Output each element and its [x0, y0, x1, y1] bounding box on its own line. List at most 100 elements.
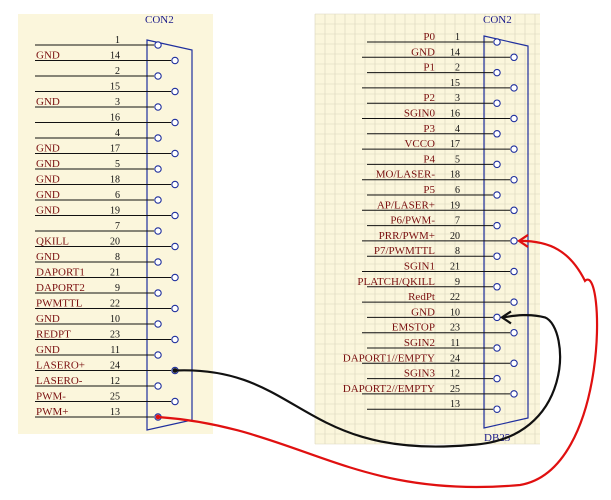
right-pin-number: 16 [450, 109, 460, 120]
right-pin-socket [493, 221, 501, 230]
right-pin-number: 14 [450, 47, 460, 58]
right-pin-number: 21 [450, 262, 460, 273]
left-pin-number: 24 [110, 361, 120, 372]
left-pin-signal: REDPT [36, 329, 71, 341]
right-pin-socket [493, 160, 501, 169]
left-pin-socket [171, 397, 179, 406]
wire-start-dot [172, 368, 178, 373]
left-pin-socket [154, 320, 162, 328]
right-pin-signal: MO/LASER- [376, 169, 436, 181]
left-pin-socket [154, 196, 162, 204]
left-pin-number: 18 [110, 175, 120, 186]
left-pin-socket [154, 351, 162, 359]
left-pin-signal: GND [36, 205, 60, 217]
left-pin-signal: LASERO- [36, 375, 83, 387]
right-pin-signal: PRR/PWM+ [379, 230, 435, 242]
left-pin-signal: GND [36, 189, 60, 201]
right-pin-number: 19 [450, 200, 460, 211]
right-pin-socket [493, 374, 501, 383]
right-pin-socket [493, 99, 501, 107]
right-pin-socket [493, 283, 501, 291]
right-pin-signal: DAPORT2//EMPTY [343, 383, 435, 395]
right-pin-socket [493, 313, 501, 322]
right-pin-signal: P3 [423, 123, 435, 135]
left-pin-number: 8 [115, 252, 120, 263]
left-pin-socket [171, 118, 179, 127]
right-pin-number: 15 [450, 78, 460, 89]
right-connector-title: CON2 [483, 14, 512, 26]
left-pin-socket [154, 289, 162, 297]
left-pin-number: 22 [110, 299, 120, 310]
left-pin-signal: DAPORT2 [36, 282, 85, 294]
right-pin-signal: SGIN3 [404, 368, 436, 380]
left-pin-number: 20 [110, 237, 120, 248]
right-pin-signal: P2 [423, 92, 435, 104]
right-pin-number: 10 [450, 307, 460, 318]
right-pin-signal: RedPt [408, 291, 435, 303]
left-pin-socket [171, 335, 179, 344]
right-pin-number: 8 [455, 246, 460, 257]
left-pin-signal: GND [36, 158, 60, 170]
right-pin-number: 13 [450, 399, 460, 410]
left-pin-number: 9 [115, 283, 120, 294]
left-pin-signal: LASERO+ [36, 360, 85, 372]
left-pin-socket [154, 165, 162, 173]
left-pin-signal: GND [36, 174, 60, 186]
right-pin-signal: GND [411, 306, 435, 318]
left-pin-socket [154, 134, 162, 142]
left-pin-signal: GND [36, 251, 60, 263]
left-pin-socket [171, 304, 179, 313]
right-pin-socket [493, 68, 501, 77]
left-pin-socket [171, 56, 179, 65]
left-pin-number: 19 [110, 206, 120, 217]
right-pin-socket [510, 237, 518, 245]
left-pin-signal: DAPORT1 [36, 267, 85, 279]
right-pin-socket [510, 114, 518, 123]
left-pin-socket [171, 242, 179, 251]
right-pin-signal: P1 [423, 62, 435, 74]
right-pin-socket [510, 328, 518, 337]
left-pin-socket [154, 41, 162, 49]
right-pin-number: 12 [450, 369, 460, 380]
right-pin-signal: P5 [423, 184, 435, 196]
left-pin-number: 6 [115, 190, 120, 201]
left-pin-signal: GND [36, 96, 60, 108]
right-pin-signal: DAPORT1//EMPTY [343, 352, 435, 364]
left-pin-socket [154, 382, 162, 390]
right-pin-number: 17 [450, 139, 460, 150]
left-pin-socket [154, 258, 162, 266]
left-pin-number: 5 [115, 159, 120, 170]
right-pin-socket [510, 359, 518, 368]
right-pin-signal: EMSTOP [392, 322, 435, 334]
left-pin-number: 1 [115, 35, 120, 46]
left-pin-number: 11 [110, 345, 120, 356]
right-pin-signal: VCCO [404, 138, 435, 150]
right-pin-socket [493, 252, 501, 260]
right-connector-panel: CON2DB251P014GND2P1153P216SGIN04P317VCCO… [314, 13, 540, 445]
left-pin-number: 21 [110, 268, 120, 279]
right-pin-socket [510, 53, 518, 62]
right-pin-socket [510, 175, 518, 184]
wiring-diagram: CON2 1 14 GND 21 5 3 GND 16 4 17 GND 5 GND 18 GND 6 GND 19… [18, 13, 599, 489]
right-pin-signal: PLATCH/QKILL [357, 276, 435, 288]
right-pin-number: 5 [455, 154, 460, 165]
left-pin-number: 10 [110, 314, 120, 325]
left-connector-title: CON2 [145, 14, 174, 26]
left-pin-number: 14 [110, 51, 120, 62]
left-pin-socket [171, 180, 179, 189]
left-pin-number: 3 [115, 97, 120, 108]
right-pin-number: 20 [450, 231, 460, 242]
right-pin-signal: P7/PWMTTL [374, 245, 435, 257]
left-pin-number: 25 [110, 392, 120, 403]
left-pin-number: 17 [110, 144, 120, 155]
right-pin-socket [510, 206, 518, 215]
left-pin-number: 7 [115, 221, 120, 232]
right-pin-signal: GND [411, 46, 435, 58]
right-pin-number: 3 [455, 93, 460, 104]
left-pin-socket [171, 211, 179, 220]
right-pin-signal: P0 [423, 31, 435, 43]
right-pin-number: 4 [455, 124, 460, 135]
wire-start-dot [155, 414, 161, 420]
left-pin-socket [154, 72, 162, 80]
right-pin-socket [510, 145, 518, 153]
